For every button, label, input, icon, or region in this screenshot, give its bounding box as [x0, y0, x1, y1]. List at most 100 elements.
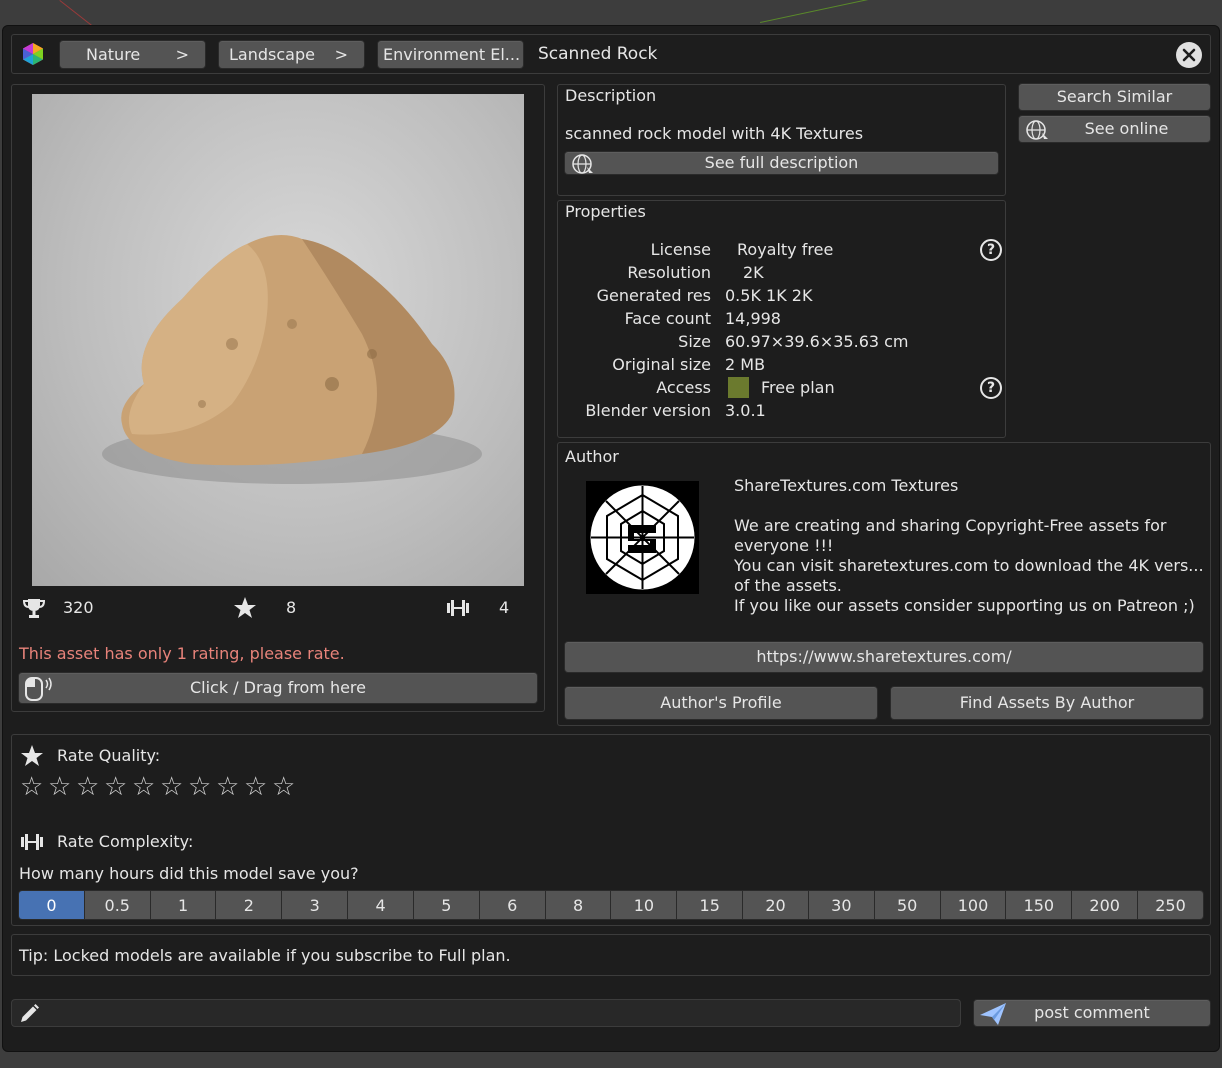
hours-option[interactable]: 4 — [348, 891, 414, 919]
property-value: Free plan — [761, 378, 835, 397]
properties-header: Properties — [565, 202, 646, 221]
star-icon — [234, 597, 256, 618]
find-assets-by-author-button[interactable]: Find Assets By Author — [890, 686, 1204, 720]
quality-star-9[interactable]: ☆ — [244, 774, 267, 800]
hours-option[interactable]: 1 — [150, 891, 217, 919]
drag-asset-button[interactable]: Click / Drag from here — [18, 672, 538, 704]
hours-option[interactable]: 8 — [545, 891, 612, 919]
property-value: 2K — [743, 263, 764, 282]
author-name: ShareTextures.com Textures — [734, 476, 959, 495]
property-value: 2 MB — [725, 355, 766, 374]
rock-image — [102, 235, 482, 484]
breadcrumb-label: Nature — [86, 44, 141, 64]
property-label: License — [650, 240, 711, 259]
see-online-button[interactable]: See online — [1018, 115, 1211, 143]
hours-option[interactable]: 0 — [19, 891, 85, 919]
search-similar-button[interactable]: Search Similar — [1018, 83, 1211, 111]
property-value: 14,998 — [725, 309, 781, 328]
author-avatar — [586, 481, 699, 594]
quality-star-7[interactable]: ☆ — [188, 774, 211, 800]
trophy-icon — [22, 599, 46, 618]
sharetextures-logo-icon — [590, 485, 695, 590]
hours-option[interactable]: 100 — [940, 891, 1007, 919]
complexity-value: 4 — [499, 598, 510, 617]
property-label: Size — [678, 332, 711, 351]
close-icon — [1182, 48, 1196, 62]
author-url-button[interactable]: https://www.sharetextures.com/ — [564, 641, 1204, 673]
quality-star-2[interactable]: ☆ — [48, 774, 71, 800]
hours-option[interactable]: 50 — [874, 891, 941, 919]
dumbbell-icon — [447, 600, 469, 616]
tip-text: Tip: Locked models are available if you … — [19, 946, 511, 965]
hours-option[interactable]: 6 — [479, 891, 546, 919]
breadcrumb-nature[interactable]: Nature > — [59, 40, 206, 69]
asset-title: Scanned Rock — [538, 44, 658, 64]
asset-thumbnail — [32, 94, 524, 586]
author-bio-line: everyone !!! — [734, 536, 834, 555]
hours-option[interactable]: 3 — [282, 891, 349, 919]
quality-star-4[interactable]: ☆ — [104, 774, 127, 800]
hours-option[interactable]: 150 — [1006, 891, 1073, 919]
see-online-label: See online — [1084, 119, 1169, 138]
hours-question: How many hours did this model save you? — [19, 864, 359, 883]
post-comment-label: post comment — [1034, 1003, 1150, 1022]
close-button[interactable] — [1176, 42, 1202, 68]
breadcrumb-arrow: > — [175, 44, 189, 64]
hours-option[interactable]: 15 — [677, 891, 744, 919]
access-help-icon[interactable]: ? — [980, 377, 1002, 399]
rate-complexity-label: Rate Complexity: — [57, 832, 194, 851]
description-text: scanned rock model with 4K Textures — [565, 124, 864, 143]
breadcrumb-arrow: > — [334, 44, 348, 64]
property-label: Access — [656, 378, 711, 397]
author-bio-line: You can visit sharetextures.com to downl… — [734, 556, 1204, 575]
quality-star-1[interactable]: ☆ — [20, 774, 43, 800]
property-value: 0.5K 1K 2K — [725, 286, 813, 305]
author-bio-line: We are creating and sharing Copyright-Fr… — [734, 516, 1167, 535]
license-help-icon[interactable]: ? — [980, 239, 1002, 261]
post-comment-button[interactable]: post comment — [973, 999, 1211, 1027]
quality-star-8[interactable]: ☆ — [216, 774, 239, 800]
pencil-icon — [21, 1004, 39, 1022]
author-bio-line: of the assets. — [734, 576, 842, 595]
see-full-description-label: See full description — [704, 153, 859, 172]
hours-option[interactable]: 250 — [1138, 891, 1203, 919]
hours-option[interactable]: 200 — [1072, 891, 1139, 919]
dumbbell-icon — [21, 834, 43, 850]
property-label: Resolution — [627, 263, 711, 282]
property-label: Generated res — [596, 286, 711, 305]
globe-icon — [1026, 120, 1048, 140]
property-value: Royalty free — [737, 240, 834, 259]
quality-star-3[interactable]: ☆ — [76, 774, 99, 800]
breadcrumb-label: Landscape — [229, 44, 315, 64]
quality-star-5[interactable]: ☆ — [132, 774, 155, 800]
rating-count: 8 — [286, 598, 297, 617]
property-label: Face count — [624, 309, 711, 328]
author-header: Author — [565, 447, 619, 466]
breadcrumb-label: Environment El... — [383, 44, 521, 64]
property-label: Blender version — [585, 401, 711, 420]
star-icon — [21, 745, 43, 766]
hours-option[interactable]: 10 — [611, 891, 678, 919]
description-header: Description — [565, 86, 657, 105]
hours-option[interactable]: 5 — [413, 891, 480, 919]
rating-warning: This asset has only 1 rating, please rat… — [19, 644, 345, 663]
hours-option[interactable]: 0.5 — [84, 891, 151, 919]
hours-option[interactable]: 2 — [216, 891, 283, 919]
hours-option[interactable]: 20 — [743, 891, 809, 919]
downloads-count: 320 — [63, 598, 94, 617]
see-full-description-button[interactable]: See full description — [564, 151, 999, 175]
drag-asset-label: Click / Drag from here — [189, 678, 366, 697]
comment-input[interactable] — [11, 999, 961, 1027]
quality-star-6[interactable]: ☆ — [160, 774, 183, 800]
hours-option[interactable]: 30 — [808, 891, 875, 919]
mouse-icon — [25, 677, 52, 701]
property-value: 3.0.1 — [725, 401, 766, 420]
globe-icon — [572, 154, 593, 174]
breadcrumb-environment[interactable]: Environment El... — [377, 40, 524, 69]
blenderkit-logo-icon — [23, 43, 43, 65]
property-value: 60.97×39.6×35.63 cm — [725, 332, 909, 351]
breadcrumb-landscape[interactable]: Landscape > — [218, 40, 365, 69]
hours-selector: 0 0.5 1 2 3 4 5 6 8 10 15 20 30 50 100 1… — [18, 890, 1204, 920]
quality-star-10[interactable]: ☆ — [272, 774, 295, 800]
author-profile-button[interactable]: Author's Profile — [564, 686, 878, 720]
